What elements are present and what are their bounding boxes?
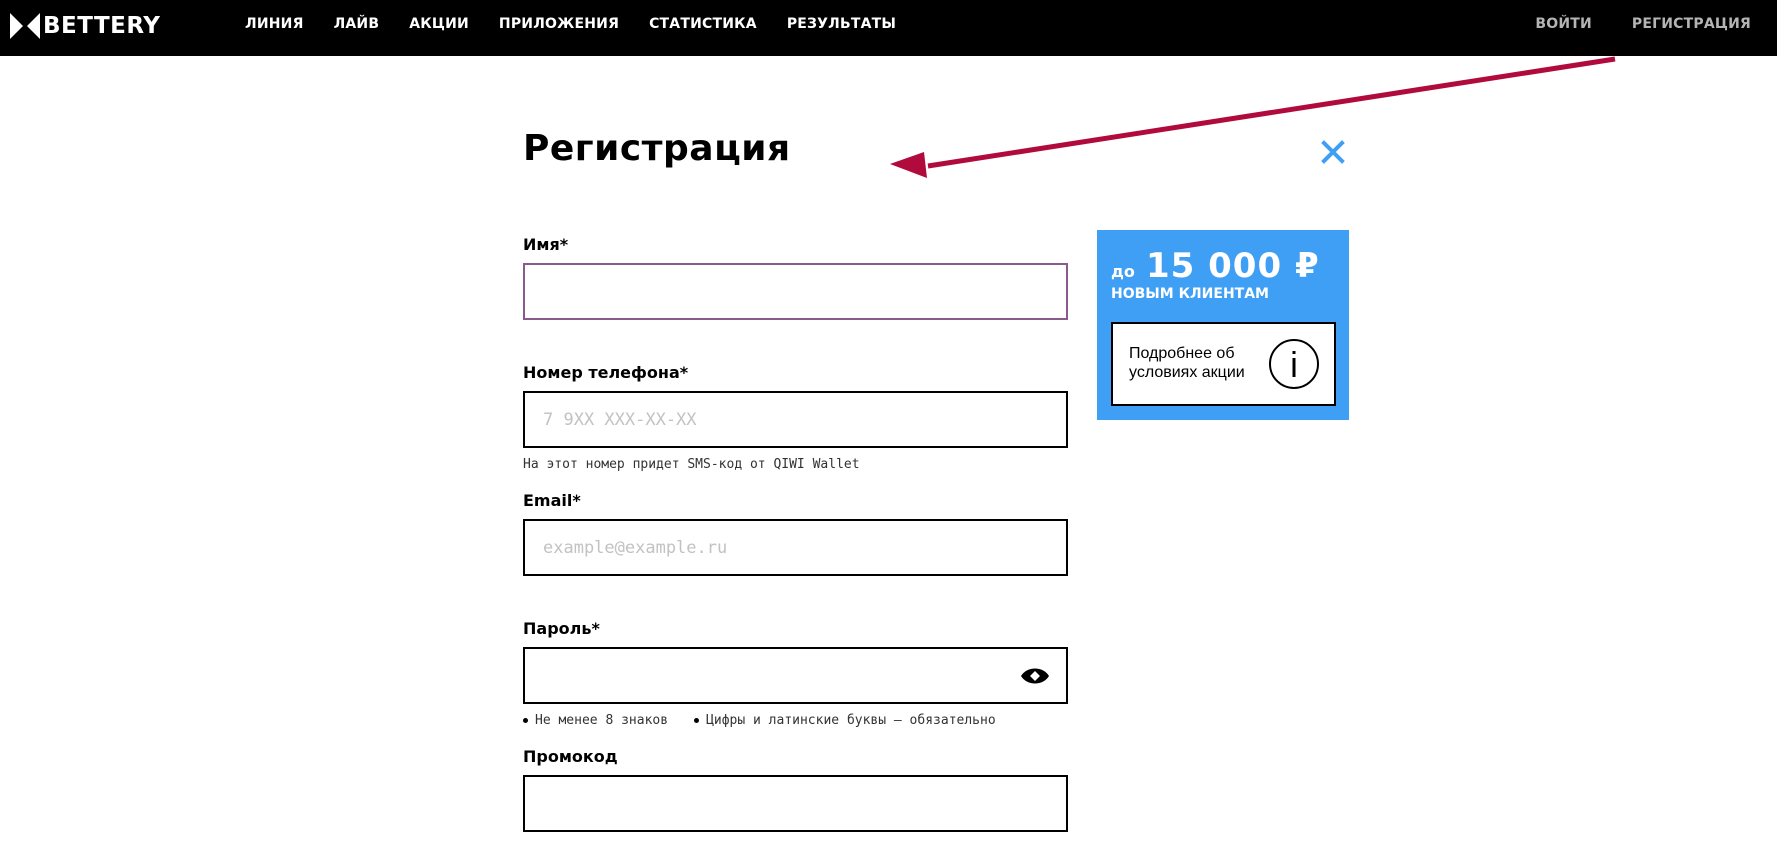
- nav-item-line[interactable]: ЛИНИЯ: [245, 16, 304, 32]
- promo-code-input[interactable]: [523, 775, 1068, 832]
- logo-text: BETTERY: [43, 13, 161, 39]
- nav-item-statistics[interactable]: СТАТИСТИКА: [649, 16, 757, 32]
- promo-subtitle: НОВЫМ КЛИЕНТАМ: [1111, 286, 1269, 302]
- phone-input[interactable]: [523, 391, 1068, 448]
- phone-hint: На этот номер придет SMS-код от QIWI Wal…: [523, 457, 860, 472]
- eye-icon: [1021, 668, 1049, 684]
- bullet-icon: [523, 718, 528, 723]
- password-input[interactable]: [523, 647, 1068, 704]
- password-label: Пароль*: [523, 619, 600, 638]
- password-rules: Не менее 8 знаков Цифры и латинские букв…: [523, 713, 1022, 728]
- email-input[interactable]: [523, 519, 1068, 576]
- close-button[interactable]: [1321, 140, 1345, 164]
- login-link[interactable]: ВОЙТИ: [1535, 16, 1592, 32]
- name-input[interactable]: [523, 263, 1068, 320]
- annotation-arrow: [890, 56, 1616, 178]
- main-nav: ЛИНИЯ ЛАЙВ АКЦИИ ПРИЛОЖЕНИЯ СТАТИСТИКА Р…: [245, 0, 926, 48]
- toggle-password-visibility[interactable]: [1020, 665, 1050, 692]
- phone-label: Номер телефона*: [523, 363, 689, 382]
- password-rule: Цифры и латинские буквы – обязательно: [694, 713, 996, 728]
- nav-item-promotions[interactable]: АКЦИИ: [409, 16, 469, 32]
- top-navigation-bar: BETTERY ЛИНИЯ ЛАЙВ АКЦИИ ПРИЛОЖЕНИЯ СТАТ…: [0, 0, 1777, 56]
- nav-item-results[interactable]: РЕЗУЛЬТАТЫ: [787, 16, 896, 32]
- register-link[interactable]: РЕГИСТРАЦИЯ: [1632, 16, 1751, 32]
- email-label: Email*: [523, 491, 581, 510]
- bettery-logo-icon: [10, 13, 40, 39]
- bettery-logo[interactable]: BETTERY: [10, 11, 160, 41]
- promo-prefix: до: [1111, 262, 1135, 281]
- bonus-promo-card: до 15 000 ₽ НОВЫМ КЛИЕНТАМ Подробнее об …: [1097, 230, 1349, 420]
- password-rule: Не менее 8 знаков: [523, 713, 668, 728]
- password-rule-text: Не менее 8 знаков: [535, 713, 669, 728]
- password-rule-text: Цифры и латинские буквы – обязательно: [706, 713, 996, 728]
- info-icon: [1269, 339, 1319, 389]
- page-title: Регистрация: [523, 128, 791, 169]
- close-icon: [1321, 140, 1345, 164]
- promo-details-button[interactable]: Подробнее об условиях акции: [1111, 322, 1336, 406]
- nav-item-apps[interactable]: ПРИЛОЖЕНИЯ: [499, 16, 619, 32]
- promo-code-label: Промокод: [523, 747, 618, 766]
- name-label: Имя*: [523, 235, 569, 254]
- bullet-icon: [694, 718, 700, 723]
- promo-details-label: Подробнее об условиях акции: [1129, 345, 1245, 381]
- promo-amount: 15 000 ₽: [1146, 246, 1320, 286]
- nav-item-live[interactable]: ЛАЙВ: [334, 16, 380, 32]
- auth-links: ВОЙТИ РЕГИСТРАЦИЯ: [1495, 0, 1751, 48]
